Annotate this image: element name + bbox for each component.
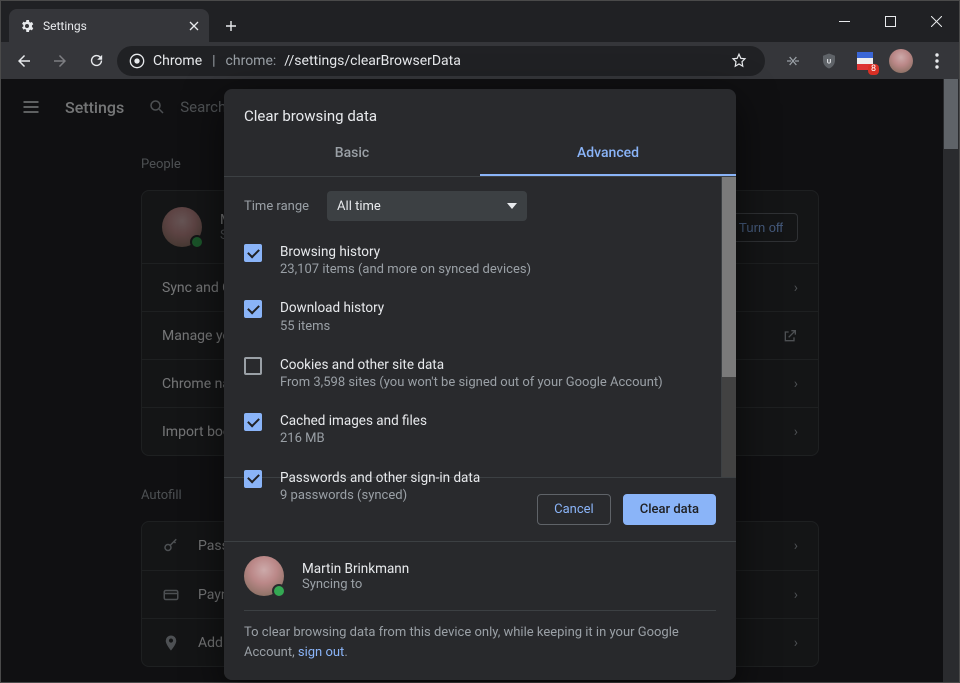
close-tab-icon[interactable] bbox=[189, 21, 199, 31]
omnibox-path: //settings/clearBrowserData bbox=[284, 53, 461, 69]
scrollbar-thumb[interactable] bbox=[944, 79, 958, 149]
location-icon bbox=[162, 634, 180, 652]
window-minimize-button[interactable] bbox=[821, 6, 867, 38]
page-title: Settings bbox=[65, 98, 124, 117]
clear-item-row: Passwords and other sign-in data9 passwo… bbox=[244, 459, 716, 515]
extension-icon-ublock[interactable]: U bbox=[815, 47, 843, 75]
clear-item-sub: 9 passwords (synced) bbox=[280, 487, 480, 505]
settings-search[interactable]: Search bbox=[148, 98, 226, 116]
window-controls bbox=[821, 1, 959, 42]
footer-user-name: Martin Brinkmann bbox=[302, 561, 409, 577]
window-titlebar: Settings bbox=[1, 1, 959, 42]
chevron-right-icon: › bbox=[794, 376, 798, 392]
checkbox[interactable] bbox=[244, 357, 262, 375]
dialog-title: Clear browsing data bbox=[224, 89, 736, 129]
search-icon bbox=[148, 98, 166, 116]
dialog-scrollbar[interactable] bbox=[721, 177, 736, 477]
forward-button[interactable] bbox=[45, 46, 75, 76]
clear-item-label: Passwords and other sign-in data bbox=[280, 469, 480, 487]
clear-item-row: Cached images and files216 MB bbox=[244, 402, 716, 458]
time-range-value: All time bbox=[337, 199, 381, 214]
bookmark-star-icon[interactable] bbox=[725, 47, 753, 75]
extension-badge: 8 bbox=[868, 64, 879, 75]
extension-icon-1[interactable] bbox=[779, 47, 807, 75]
footer-note: To clear browsing data from this device … bbox=[244, 623, 716, 662]
chevron-right-icon: › bbox=[794, 635, 798, 651]
avatar-icon bbox=[889, 49, 913, 73]
profile-avatar-button[interactable] bbox=[887, 47, 915, 75]
clear-item-row: Cookies and other site dataFrom 3,598 si… bbox=[244, 346, 716, 402]
sign-out-link[interactable]: sign out bbox=[298, 645, 344, 660]
page-scrollbar[interactable] bbox=[943, 79, 959, 682]
address-bar[interactable]: Chrome | chrome://settings/clearBrowserD… bbox=[117, 46, 765, 76]
checkbox[interactable] bbox=[244, 300, 262, 318]
hamburger-icon[interactable] bbox=[21, 97, 41, 117]
chevron-right-icon: › bbox=[794, 424, 798, 440]
window-close-button[interactable] bbox=[913, 6, 959, 38]
extension-icon-flag[interactable]: 8 bbox=[851, 47, 879, 75]
time-range-select[interactable]: All time bbox=[327, 191, 527, 221]
omnibox-scheme: chrome: bbox=[226, 53, 277, 69]
dialog-scrollbar-thumb[interactable] bbox=[722, 177, 736, 377]
avatar-icon bbox=[244, 556, 284, 596]
svg-text:U: U bbox=[827, 57, 832, 65]
checkbox[interactable] bbox=[244, 244, 262, 262]
back-button[interactable] bbox=[9, 46, 39, 76]
clear-browsing-data-dialog: Clear browsing data Basic Advanced Time … bbox=[224, 89, 736, 680]
tab-basic[interactable]: Basic bbox=[224, 129, 480, 176]
reload-button[interactable] bbox=[81, 46, 111, 76]
clear-item-sub: 216 MB bbox=[280, 430, 427, 448]
time-range-label: Time range bbox=[244, 199, 309, 214]
new-tab-button[interactable] bbox=[217, 12, 245, 40]
open-external-icon bbox=[782, 328, 798, 344]
clear-item-row: Browsing history23,107 items (and more o… bbox=[244, 233, 716, 289]
chevron-right-icon: › bbox=[794, 280, 798, 296]
tab-advanced[interactable]: Advanced bbox=[480, 129, 736, 176]
chevron-right-icon: › bbox=[794, 587, 798, 603]
chevron-right-icon: › bbox=[794, 538, 798, 554]
avatar-icon bbox=[162, 207, 202, 247]
window-maximize-button[interactable] bbox=[867, 6, 913, 38]
gear-icon bbox=[19, 18, 35, 34]
browser-tab-settings[interactable]: Settings bbox=[9, 9, 209, 42]
clear-item-sub: 55 items bbox=[280, 318, 384, 336]
footer-user-status: Syncing to bbox=[302, 577, 409, 592]
clear-item-label: Cached images and files bbox=[280, 412, 427, 430]
card-icon bbox=[162, 586, 180, 604]
browser-menu-button[interactable] bbox=[923, 47, 951, 75]
dropdown-arrow-icon bbox=[507, 203, 517, 209]
clear-item-sub: From 3,598 sites (you won't be signed ou… bbox=[280, 374, 663, 392]
clear-item-row: Download history55 items bbox=[244, 289, 716, 345]
omnibox-title: Chrome bbox=[153, 53, 202, 69]
key-icon bbox=[162, 537, 180, 555]
clear-item-label: Cookies and other site data bbox=[280, 356, 663, 374]
clear-item-sub: 23,107 items (and more on synced devices… bbox=[280, 261, 531, 279]
clear-item-label: Browsing history bbox=[280, 243, 531, 261]
browser-toolbar: Chrome | chrome://settings/clearBrowserD… bbox=[1, 42, 959, 79]
checkbox[interactable] bbox=[244, 470, 262, 488]
checkbox[interactable] bbox=[244, 413, 262, 431]
tab-title: Settings bbox=[43, 19, 87, 33]
clear-item-label: Download history bbox=[280, 299, 384, 317]
chrome-icon bbox=[129, 53, 145, 69]
